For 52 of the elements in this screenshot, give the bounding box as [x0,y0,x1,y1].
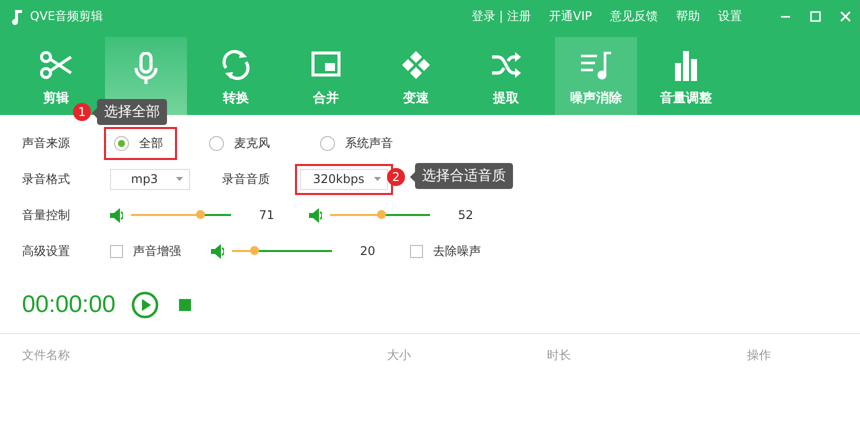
slider-handle[interactable] [377,210,386,219]
field-label: 音量控制 [22,206,71,224]
dropdown[interactable]: 320kbps [300,168,388,190]
slider-handle[interactable] [196,210,205,219]
music-note-icon [10,8,24,24]
play-icon[interactable] [131,291,160,319]
column-header: 操作 [747,347,772,364]
toolbar-tab[interactable]: 合并 [285,37,367,115]
toolbar-tab[interactable]: 音量调整 [645,37,727,115]
slider-value: 20 [360,244,376,258]
slider-value: 71 [259,208,276,222]
radio-option[interactable]: 系统声音 [312,128,405,158]
maximize-icon[interactable] [810,11,820,22]
step-badge: 2 [387,168,405,186]
step-badge: 1 [73,103,91,121]
menu-link[interactable]: 开通VIP [549,8,592,25]
shuffle-icon [489,49,523,81]
timer-display: 00:00:00 [22,291,116,319]
toolbar-tab[interactable]: 提取 [465,37,547,115]
toolbar-tab[interactable]: 噪声消除 [555,37,637,115]
menu-link[interactable]: 帮助 [676,8,700,25]
dropdown[interactable]: mp3 [110,168,190,190]
slider-value: 52 [458,208,474,222]
toolbar-tab[interactable]: 变速 [375,37,457,115]
tooltip: 选择全部 [97,99,167,125]
field-label: 声音来源 [22,134,71,152]
column-header: 时长 [547,347,572,364]
field-label: 录音音质 [222,170,270,188]
music-list-icon [579,49,613,81]
speaker-icon [110,208,123,222]
menu-link[interactable]: 登录 | 注册 [471,8,532,25]
speaker-icon [309,208,322,222]
column-header: 文件名称 [22,347,71,364]
scissors-icon [39,49,73,81]
radio-option[interactable]: 全部 [106,128,175,158]
caret-icon [374,177,381,181]
tooltip: 选择合适音质 [415,163,513,189]
speaker-icon [211,244,224,258]
menu-link[interactable]: 设置 [718,8,742,25]
menu-link[interactable]: 意见反馈 [610,8,658,25]
column-header: 大小 [387,347,412,364]
checkbox[interactable]: 声音增强 [110,242,181,260]
window-title: QVE音频剪辑 [30,8,104,25]
field-label: 高级设置 [22,242,71,260]
stop-icon[interactable] [179,299,192,311]
checkbox[interactable]: 去除噪声 [410,242,481,260]
caret-icon [176,177,183,181]
field-label: 录音格式 [22,170,71,188]
slider-handle[interactable] [250,246,259,255]
toolbar-tab[interactable]: 转换 [195,37,277,115]
close-icon[interactable] [840,11,850,22]
radio-option[interactable]: 麦克风 [201,128,282,158]
